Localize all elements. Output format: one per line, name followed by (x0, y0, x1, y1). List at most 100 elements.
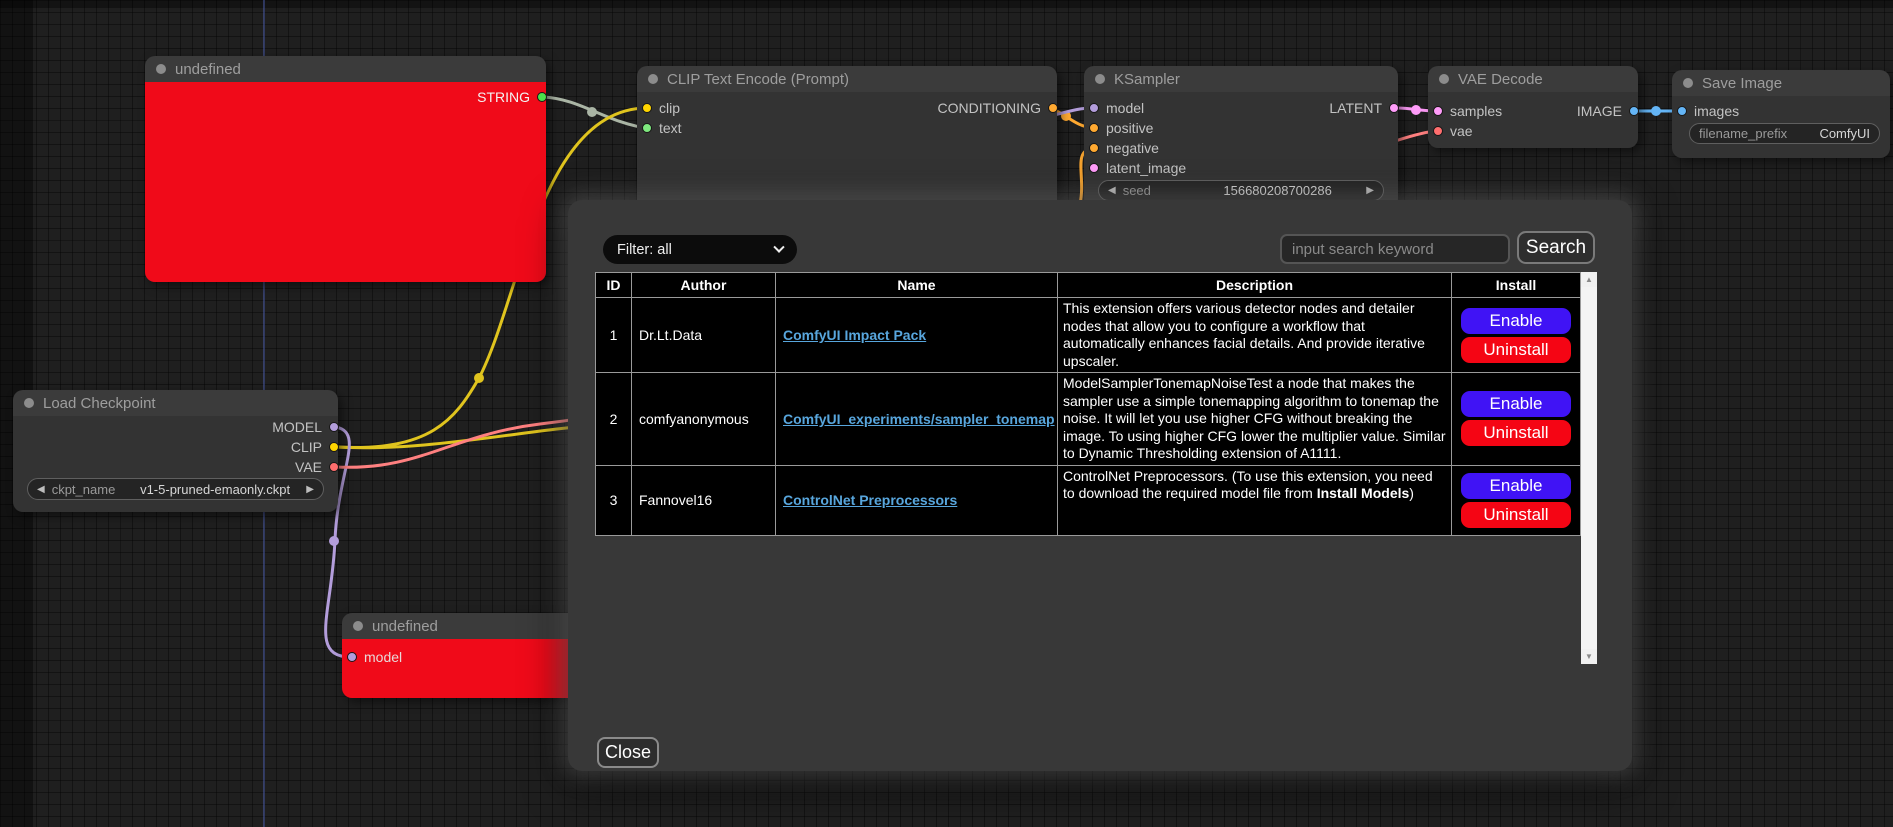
extension-link[interactable]: ComfyUI Impact Pack (783, 327, 926, 343)
vae-slot-dot[interactable] (329, 462, 339, 472)
output-slot-vae[interactable]: VAE (295, 460, 339, 474)
latent-image-slot-dot[interactable] (1089, 163, 1099, 173)
cell-author: comfyanonymous (632, 373, 776, 466)
cell-description: ModelSamplerTonemapNoiseTest a node that… (1058, 373, 1452, 466)
node-status-dot (648, 74, 658, 84)
slot-label: clip (659, 100, 680, 116)
slot-label: VAE (295, 459, 322, 475)
model-slot-dot[interactable] (347, 652, 357, 662)
scroll-up-icon[interactable]: ▲ (1581, 272, 1597, 287)
input-slot-model[interactable]: model (1089, 101, 1144, 115)
vae-slot-dot[interactable] (1433, 126, 1443, 136)
latent-slot-dot[interactable] (1389, 103, 1399, 113)
input-slot-images[interactable]: images (1677, 104, 1739, 118)
slot-label: model (1106, 100, 1144, 116)
uninstall-button[interactable]: Uninstall (1461, 420, 1571, 446)
enable-button[interactable]: Enable (1461, 391, 1571, 417)
node-title-bar[interactable]: CLIP Text Encode (Prompt) (637, 66, 1057, 92)
conditioning-slot-dot[interactable] (1048, 103, 1058, 113)
table-scrollbar[interactable]: ▲ ▼ (1581, 272, 1597, 664)
close-button[interactable]: Close (597, 737, 659, 768)
node-undefined-bottom[interactable]: undefined model (342, 613, 580, 698)
search-button[interactable]: Search (1517, 231, 1595, 264)
positive-slot-dot[interactable] (1089, 123, 1099, 133)
link-dot-latent (1411, 105, 1421, 115)
output-slot-conditioning[interactable]: CONDITIONING (938, 101, 1058, 115)
filter-select-value: Filter: all (617, 242, 672, 258)
cell-install: Enable Uninstall (1452, 298, 1581, 373)
node-title-bar[interactable]: VAE Decode (1428, 66, 1638, 92)
input-slot-text[interactable]: text (642, 121, 682, 135)
node-title-bar[interactable]: Load Checkpoint (13, 390, 338, 416)
extensions-table-container: ID Author Name Description Install 1 Dr.… (595, 272, 1597, 664)
scrollbar-thumb[interactable] (1581, 287, 1597, 649)
widget-prev-icon[interactable]: ◀ (37, 484, 45, 495)
node-load-checkpoint[interactable]: Load Checkpoint MODEL CLIP VAE ◀ ckpt_na… (13, 390, 338, 512)
node-title-bar[interactable]: Save Image (1672, 70, 1890, 96)
text-slot-dot[interactable] (642, 123, 652, 133)
node-title: Load Checkpoint (43, 395, 156, 412)
node-save-image[interactable]: Save Image images filename_prefix ComfyU… (1672, 70, 1890, 158)
extension-link[interactable]: ComfyUI_experiments/sampler_tonemap (783, 411, 1055, 427)
widget-next-icon[interactable]: ▶ (306, 484, 314, 495)
widget-value: v1-5-pruned-emaonly.ckpt (140, 482, 290, 497)
node-vae-decode[interactable]: VAE Decode samples vae IMAGE (1428, 66, 1638, 148)
filename-prefix-widget[interactable]: filename_prefix ComfyUI (1689, 123, 1880, 144)
uninstall-button[interactable]: Uninstall (1461, 337, 1571, 363)
seed-widget[interactable]: ◀ seed 156680208700286 ▶ (1098, 180, 1384, 201)
cell-author: Fannovel16 (632, 465, 776, 535)
widget-decrement-icon[interactable]: ◀ (1108, 185, 1116, 196)
node-title: VAE Decode (1458, 71, 1543, 88)
slot-label: samples (1450, 103, 1502, 119)
output-slot-string[interactable]: STRING (477, 90, 547, 104)
node-title-bar[interactable]: KSampler (1084, 66, 1398, 92)
widget-increment-icon[interactable]: ▶ (1366, 185, 1374, 196)
ckpt-name-widget[interactable]: ◀ ckpt_name v1-5-pruned-emaonly.ckpt ▶ (27, 478, 324, 500)
node-status-dot (24, 398, 34, 408)
search-input[interactable] (1280, 234, 1510, 264)
input-slot-negative[interactable]: negative (1089, 141, 1159, 155)
enable-button[interactable]: Enable (1461, 308, 1571, 334)
node-body: STRING (145, 82, 546, 282)
output-slot-clip[interactable]: CLIP (291, 440, 339, 454)
node-status-dot (353, 621, 363, 631)
uninstall-button[interactable]: Uninstall (1461, 502, 1571, 528)
output-slot-model[interactable]: MODEL (272, 420, 339, 434)
input-slot-clip[interactable]: clip (642, 101, 680, 115)
input-slot-vae[interactable]: vae (1433, 124, 1473, 138)
link-dot-image (1651, 106, 1661, 116)
string-slot-dot[interactable] (537, 92, 547, 102)
slot-label: latent_image (1106, 160, 1186, 176)
cell-id: 3 (596, 465, 632, 535)
enable-button[interactable]: Enable (1461, 473, 1571, 499)
node-status-dot (1095, 74, 1105, 84)
slot-label: CLIP (291, 439, 322, 455)
extension-link[interactable]: ControlNet Preprocessors (783, 492, 957, 508)
node-body: MODEL CLIP VAE ◀ ckpt_name v1-5-pruned-e… (13, 416, 338, 512)
slot-label: positive (1106, 120, 1153, 136)
clip-slot-dot[interactable] (642, 103, 652, 113)
slot-label: MODEL (272, 419, 322, 435)
input-slot-model[interactable]: model (347, 650, 402, 664)
model-slot-dot[interactable] (1089, 103, 1099, 113)
scroll-down-icon[interactable]: ▼ (1581, 649, 1597, 664)
input-slot-positive[interactable]: positive (1089, 121, 1153, 135)
model-slot-dot[interactable] (329, 422, 339, 432)
samples-slot-dot[interactable] (1433, 106, 1443, 116)
image-slot-dot[interactable] (1629, 106, 1639, 116)
node-ksampler[interactable]: KSampler model positive negative latent_… (1084, 66, 1398, 208)
images-slot-dot[interactable] (1677, 106, 1687, 116)
node-title-bar[interactable]: undefined (145, 56, 546, 82)
output-slot-image[interactable]: IMAGE (1577, 104, 1639, 118)
node-undefined-top[interactable]: undefined STRING (145, 56, 546, 282)
graph-canvas[interactable]: undefined STRING CLIP Text Encode (Promp… (0, 0, 1893, 827)
clip-slot-dot[interactable] (329, 442, 339, 452)
input-slot-samples[interactable]: samples (1433, 104, 1502, 118)
link-dot-clip (474, 373, 484, 383)
input-slot-latent-image[interactable]: latent_image (1089, 161, 1186, 175)
output-slot-latent[interactable]: LATENT (1329, 101, 1399, 115)
slot-label: text (659, 120, 682, 136)
node-title-bar[interactable]: undefined (342, 613, 580, 639)
filter-select[interactable]: Filter: all (603, 235, 797, 264)
negative-slot-dot[interactable] (1089, 143, 1099, 153)
